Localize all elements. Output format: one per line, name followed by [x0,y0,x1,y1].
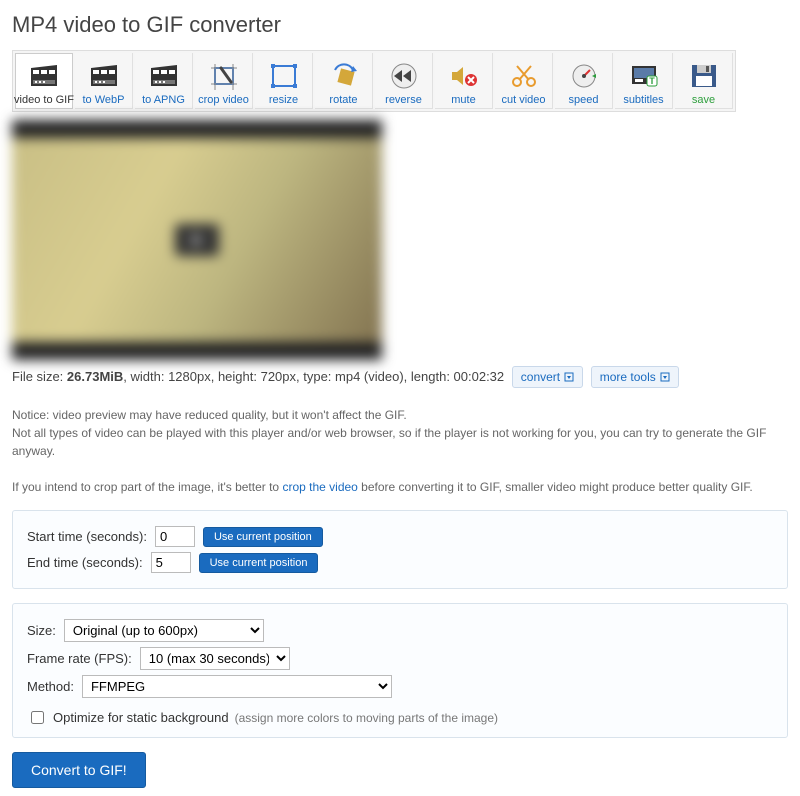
start-time-label: Start time (seconds): [27,529,147,544]
crop-video-link[interactable]: crop the video [282,480,357,494]
convert-dropdown-label: convert [521,370,560,384]
fps-select[interactable]: 10 (max 30 seconds) [140,647,290,670]
play-icon[interactable] [175,224,219,256]
tool-speed[interactable]: speed [555,53,613,109]
down-arrow-icon [564,372,574,382]
notice-line-2: Not all types of video can be played wit… [12,424,788,460]
tool-label: speed [569,94,599,106]
tool-reverse[interactable]: reverse [375,53,433,109]
meta-rest: , width: 1280px, height: 720px, type: mp… [123,369,504,384]
tool-crop-video[interactable]: crop video [195,53,253,109]
film-icon [88,60,120,92]
size-select[interactable]: Original (up to 600px) [64,619,264,642]
tool-label: rotate [329,94,357,106]
speed-icon [568,60,600,92]
tool-label: crop video [198,94,249,106]
start-time-input[interactable] [155,526,195,547]
tool-rotate[interactable]: rotate [315,53,373,109]
crop-icon [208,60,240,92]
optimize-label: Optimize for static background [53,710,229,725]
tool-label: to WebP [83,94,125,106]
tool-label: subtitles [623,94,663,106]
notice-line-1: Notice: video preview may have reduced q… [12,406,788,424]
notice-line-3: If you intend to crop part of the image,… [12,478,788,496]
time-panel: Start time (seconds): Use current positi… [12,510,788,589]
fps-label: Frame rate (FPS): [27,651,132,666]
tool-to-apng[interactable]: to APNG [135,53,193,109]
tool-label: mute [451,94,475,106]
rotate-icon [328,60,360,92]
film-icon [28,60,60,92]
end-time-label: End time (seconds): [27,555,143,570]
size-label: Size: [27,623,56,638]
page-title: MP4 video to GIF converter [12,12,788,38]
film-icon [148,60,180,92]
more-tools-dropdown[interactable]: more tools [591,366,679,388]
save-icon [688,60,720,92]
tool-label: resize [269,94,298,106]
tool-subtitles[interactable]: Tsubtitles [615,53,673,109]
tool-mute[interactable]: mute [435,53,493,109]
tool-label: reverse [385,94,422,106]
method-select[interactable]: FFMPEG [82,675,392,698]
reverse-icon [388,60,420,92]
more-tools-label: more tools [600,370,656,384]
video-preview[interactable] [12,120,382,360]
tool-label: save [692,94,715,106]
tool-label: cut video [501,94,545,106]
cut-icon [508,60,540,92]
tool-label: video to GIF [14,94,74,106]
convert-dropdown[interactable]: convert [512,366,583,388]
tool-video-to-gif[interactable]: video to GIF [15,53,73,109]
method-label: Method: [27,679,74,694]
optimize-checkbox[interactable] [31,711,44,724]
tool-to-webp[interactable]: to WebP [75,53,133,109]
file-meta: File size: 26.73MiB, width: 1280px, heig… [12,366,788,388]
notice-block: Notice: video preview may have reduced q… [12,406,788,496]
meta-filesize-label: File size: [12,369,67,384]
use-current-start-button[interactable]: Use current position [203,527,323,547]
tool-cut-video[interactable]: cut video [495,53,553,109]
convert-to-gif-button[interactable]: Convert to GIF! [12,752,146,788]
tool-save[interactable]: save [675,53,733,109]
resize-icon [268,60,300,92]
end-time-input[interactable] [151,552,191,573]
svg-text:T: T [649,76,655,86]
mute-icon [448,60,480,92]
tool-resize[interactable]: resize [255,53,313,109]
options-panel: Size: Original (up to 600px) Frame rate … [12,603,788,738]
meta-filesize: 26.73MiB [67,369,123,384]
down-arrow-icon [660,372,670,382]
tool-label: to APNG [142,94,185,106]
subtitles-icon: T [628,60,660,92]
optimize-hint: (assign more colors to moving parts of t… [235,711,498,725]
toolbar: video to GIF to WebP to APNG crop video resi… [12,50,736,112]
use-current-end-button[interactable]: Use current position [199,553,319,573]
